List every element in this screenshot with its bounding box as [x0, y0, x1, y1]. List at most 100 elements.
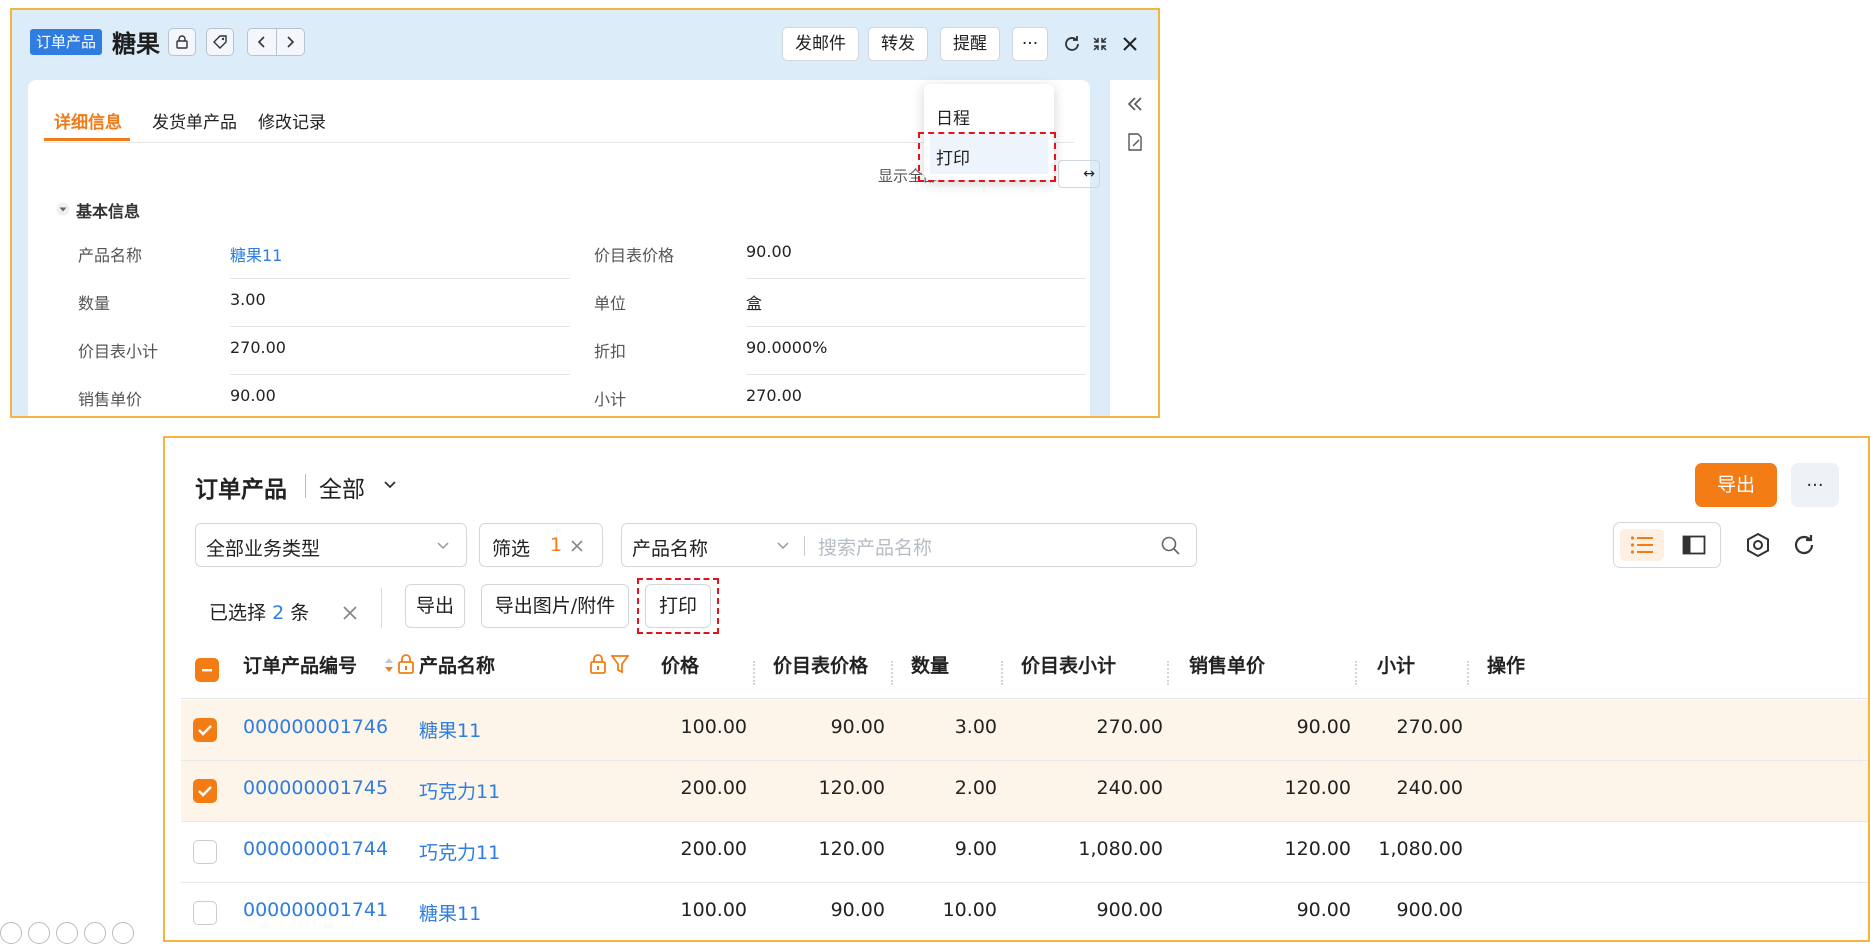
column-header-id[interactable]: 订单产品编号 — [243, 651, 357, 678]
column-resizer[interactable] — [1167, 661, 1169, 685]
row-checkbox[interactable] — [193, 901, 217, 925]
export-images-button[interactable]: 导出图片/附件 — [481, 584, 629, 628]
column-resizer[interactable] — [891, 661, 893, 685]
row-checkbox[interactable] — [193, 718, 217, 742]
quantity-cell: 9.00 — [954, 838, 997, 860]
field-divider — [230, 374, 570, 375]
bulk-export-button[interactable]: 导出 — [405, 584, 465, 628]
order-product-id-link[interactable]: 000000001746 — [243, 716, 388, 738]
send-email-button[interactable]: 发邮件 — [782, 27, 859, 61]
column-resizer[interactable] — [753, 661, 755, 685]
search-icon[interactable] — [1160, 535, 1182, 557]
field-value: 3.00 — [230, 290, 266, 309]
product-name-link[interactable]: 巧克力11 — [419, 838, 500, 865]
subtotal-cell: 1,080.00 — [1378, 838, 1463, 860]
column-header-actions: 操作 — [1487, 655, 1526, 677]
more-actions-button[interactable]: ··· — [1012, 27, 1048, 61]
next-record-button[interactable] — [275, 29, 305, 55]
table-row[interactable]: 000000001741 糖果11 100.00 90.00 10.00 900… — [181, 883, 1868, 940]
list-subtotal-cell: 900.00 — [1096, 899, 1163, 921]
field-label: 数量 — [78, 294, 111, 313]
column-resizer[interactable] — [1467, 661, 1469, 685]
filter-icon[interactable] — [611, 654, 629, 674]
column-header-quantity[interactable]: 数量 — [911, 651, 949, 678]
menu-item-schedule[interactable]: 日程 — [936, 104, 970, 129]
split-view-icon[interactable] — [1682, 535, 1706, 555]
export-button[interactable]: 导出 — [1695, 463, 1777, 507]
column-header-price[interactable]: 价格 — [661, 651, 699, 678]
collapse-icon — [1093, 37, 1107, 51]
quantity-cell: 3.00 — [954, 716, 997, 738]
selection-divider — [381, 588, 382, 628]
table-row[interactable]: 000000001744 巧克力11 200.00 120.00 9.00 1,… — [181, 822, 1868, 882]
column-header-list-price[interactable]: 价目表价格 — [773, 651, 868, 678]
search-input[interactable]: 搜索产品名称 — [818, 533, 932, 560]
row-checkbox[interactable] — [193, 779, 217, 803]
field-label: 小计 — [594, 390, 627, 409]
refresh-icon[interactable] — [1791, 532, 1817, 558]
list-view-icon — [1630, 536, 1653, 554]
column-header-unit-price[interactable]: 销售单价 — [1189, 651, 1265, 678]
column-resizer[interactable] — [1001, 661, 1003, 685]
expand-toggle[interactable]: ↔ — [1058, 160, 1100, 188]
list-scope-selector[interactable]: 全部 — [319, 470, 365, 504]
subtotal-cell: 270.00 — [1396, 716, 1463, 738]
refresh-button[interactable] — [1060, 32, 1084, 56]
list-more-button[interactable]: ··· — [1791, 463, 1839, 507]
field-divider — [746, 374, 1086, 375]
column-header-list-subtotal[interactable]: 价目表小计 — [1021, 651, 1116, 678]
clear-selection-icon[interactable] — [341, 604, 359, 622]
business-type-select[interactable]: 全部业务类型 — [195, 523, 467, 567]
clear-filter-icon[interactable] — [570, 539, 584, 553]
prev-record-button[interactable] — [248, 29, 276, 55]
field-label: 折扣 — [594, 342, 627, 361]
product-name-link[interactable]: 糖果11 — [419, 899, 481, 926]
close-icon — [1123, 37, 1137, 51]
order-product-id-link[interactable]: 000000001745 — [243, 777, 388, 799]
product-name-link[interactable]: 巧克力11 — [419, 777, 500, 804]
subtotal-cell: 240.00 — [1396, 777, 1463, 799]
tab-shipping-products[interactable]: 发货单产品 — [152, 108, 237, 133]
tab-details[interactable]: 详细信息 — [54, 108, 122, 133]
view-toggle — [1613, 522, 1721, 568]
field-divider — [746, 278, 1086, 279]
collapse-button[interactable] — [1088, 32, 1112, 56]
lock-column-icon[interactable] — [397, 653, 415, 675]
zoom-icon[interactable] — [84, 922, 106, 944]
search-field-select[interactable]: 产品名称 — [632, 534, 708, 561]
remind-button[interactable]: 提醒 — [940, 27, 1000, 61]
checkmark-icon — [198, 786, 212, 797]
product-name-link[interactable]: 糖果11 — [230, 242, 282, 266]
edit-note-icon[interactable] — [1126, 132, 1144, 152]
tab-change-log[interactable]: 修改记录 — [258, 108, 326, 133]
filter-chip[interactable]: 筛选 1 — [479, 523, 603, 567]
column-header-subtotal[interactable]: 小计 — [1377, 651, 1415, 678]
section-collapse-icon[interactable] — [56, 202, 70, 216]
chevron-down-icon[interactable] — [776, 541, 790, 551]
order-product-id-link[interactable]: 000000001741 — [243, 899, 388, 921]
table-row[interactable]: 000000001745 巧克力11 200.00 120.00 2.00 24… — [181, 761, 1868, 821]
select-all-checkbox[interactable] — [195, 658, 219, 682]
chevron-down-icon[interactable] — [383, 480, 397, 490]
pen-icon[interactable] — [28, 922, 50, 944]
close-button[interactable] — [1118, 32, 1142, 56]
list-title: 订单产品 — [195, 477, 287, 503]
column-resizer[interactable] — [1355, 661, 1357, 685]
product-name-link[interactable]: 糖果11 — [419, 716, 481, 743]
column-header-name[interactable]: 产品名称 — [419, 651, 495, 678]
double-chevron-left-icon[interactable] — [1126, 96, 1144, 112]
field-label: 单位 — [594, 294, 627, 313]
play-icon[interactable] — [0, 922, 22, 944]
order-product-id-link[interactable]: 000000001744 — [243, 838, 388, 860]
table-row[interactable]: 000000001746 糖果11 100.00 90.00 3.00 270.… — [181, 700, 1868, 760]
row-checkbox[interactable] — [193, 840, 217, 864]
grid-icon[interactable] — [56, 922, 78, 944]
sort-icon[interactable] — [383, 654, 395, 676]
settings-icon[interactable] — [1745, 532, 1771, 558]
tag-button[interactable] — [206, 28, 234, 56]
forward-button[interactable]: 转发 — [868, 27, 928, 61]
lock-column-icon[interactable] — [589, 653, 607, 675]
more-icon[interactable] — [112, 922, 134, 944]
lock-button[interactable] — [168, 28, 196, 56]
title-divider — [305, 474, 306, 498]
